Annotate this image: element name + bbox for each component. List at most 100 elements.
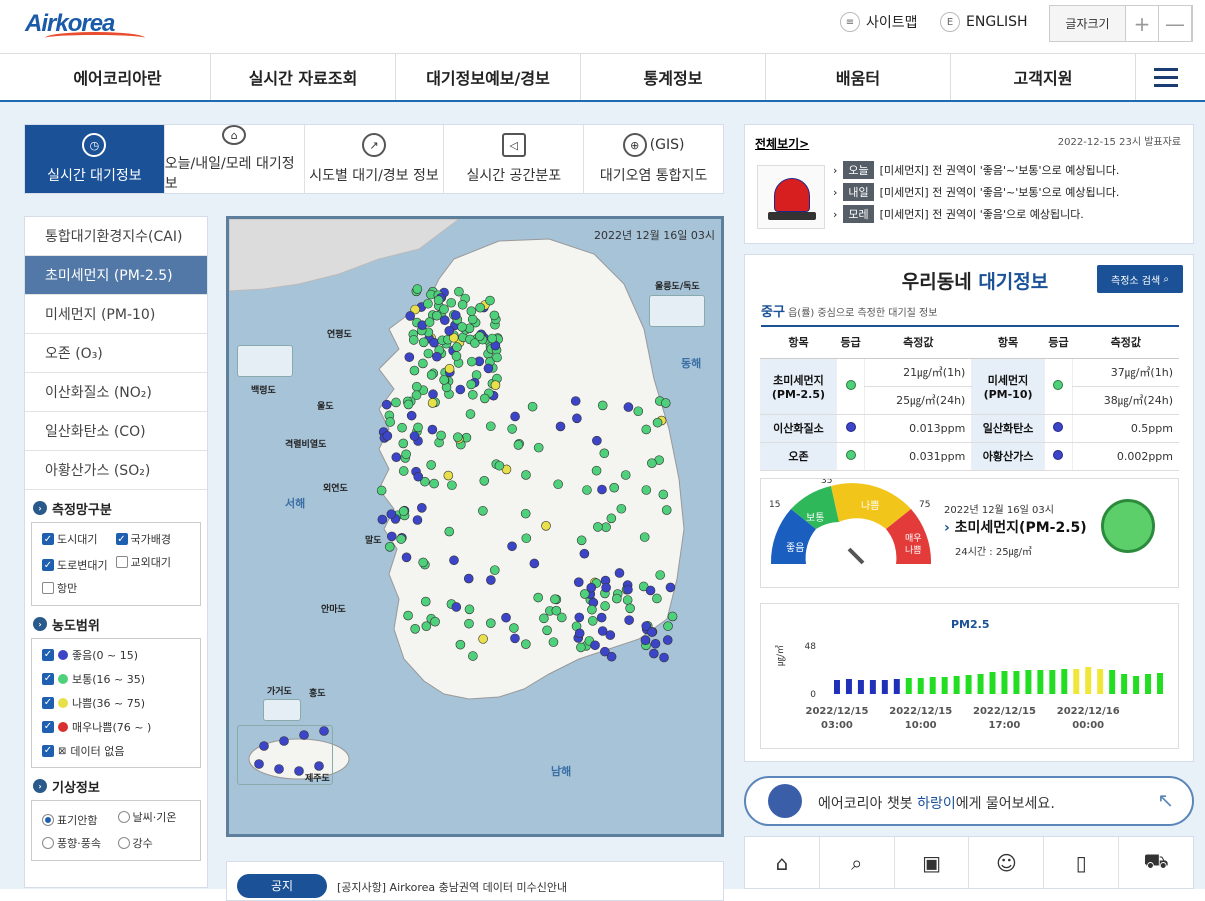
no-data-icon: ⊠ xyxy=(58,745,67,757)
range-box: ✓ 좋음(0 ~ 15) ✓ 보통(16 ~ 35) ✓ 나쁨(36 ~ 75) ✓ 매… xyxy=(31,638,201,768)
station-dot xyxy=(601,522,611,532)
check-icon: ✓ xyxy=(42,697,54,709)
radio-none[interactable]: 표기안함 xyxy=(42,812,114,828)
sitemap-link[interactable]: ≡ 사이트맵 xyxy=(840,8,918,36)
station-dot xyxy=(521,533,532,544)
radio-precip[interactable]: 강수 xyxy=(117,835,190,851)
gageo-label: 가거도 xyxy=(267,687,292,697)
station-dot xyxy=(446,297,457,308)
station-dot xyxy=(572,413,582,424)
car-icon[interactable]: ⛟ xyxy=(1118,837,1193,888)
search-doc-icon[interactable]: ⌕ xyxy=(818,837,894,888)
pollutant-o3[interactable]: 오존 (O₃) xyxy=(25,334,207,373)
home-icon[interactable]: ⌂ xyxy=(745,837,819,888)
station-dot xyxy=(489,565,500,575)
station-dot xyxy=(453,432,463,442)
china-landmass xyxy=(229,219,460,292)
grade-normal-dot xyxy=(845,379,856,390)
tab-spatial[interactable]: ◁ 실시간 공간분포 xyxy=(443,125,583,193)
nav-realtime-data[interactable]: 실시간 자료조회 xyxy=(210,54,395,100)
airkorea-logo[interactable]: Airkorea xyxy=(25,6,145,42)
korea-map[interactable]: 2022년 12월 16일 03시 울릉도/독도 동해 백령도 연평도 울도 격… xyxy=(226,216,724,837)
english-link[interactable]: E ENGLISH xyxy=(940,8,1028,36)
oeyeon-label: 외연도 xyxy=(323,484,348,494)
pollutant-co[interactable]: 일산화탄소 (CO) xyxy=(25,412,207,451)
station-dot xyxy=(641,485,652,495)
check-icon: ✓ xyxy=(42,559,54,571)
view-all-link[interactable]: 전체보기> xyxy=(755,135,809,152)
station-dot xyxy=(428,389,438,400)
pollutant-pm25[interactable]: 초미세먼지 (PM-2.5) xyxy=(25,256,207,295)
chart-bar xyxy=(1061,669,1068,694)
nav-support[interactable]: 고객지원 xyxy=(950,54,1135,100)
compass-icon: ↗ xyxy=(361,133,386,157)
pollutant-cai[interactable]: 통합대기환경지수(CAI) xyxy=(25,217,207,256)
station-search-button[interactable]: 측정소 검색 ⌕ xyxy=(1097,265,1183,293)
radio-wind[interactable]: 풍향·풍속 xyxy=(42,835,114,851)
range-good[interactable]: ✓ 좋음(0 ~ 15) xyxy=(42,647,190,663)
notice-text[interactable]: [공지사항] Airkorea 충남권역 데이터 미수신안내 xyxy=(337,879,567,895)
checkbox-harbor[interactable]: 항만 xyxy=(42,580,112,596)
station-dot xyxy=(405,311,416,321)
nav-statistics[interactable]: 통계정보 xyxy=(580,54,765,100)
checkbox-roadside[interactable]: ✓ 도로변대기 xyxy=(42,557,112,573)
station-dot xyxy=(510,411,520,422)
nav-learning[interactable]: 배움터 xyxy=(765,54,950,100)
station-dot xyxy=(424,317,435,327)
range-no-data[interactable]: ✓ ⊠ 데이터 없음 xyxy=(42,743,190,759)
people-icon[interactable]: ☺ xyxy=(968,837,1043,888)
checkbox-national[interactable]: ✓ 국가배경 xyxy=(115,531,186,547)
range-normal[interactable]: ✓ 보통(16 ~ 35) xyxy=(42,671,190,687)
siren-icon xyxy=(757,165,825,229)
font-minus-button[interactable]: — xyxy=(1159,6,1192,41)
station-dot xyxy=(468,389,478,400)
station-dot xyxy=(582,485,592,495)
tab-province[interactable]: ↗ 시도별 대기/경보 정보 xyxy=(303,125,444,193)
pollutant-pm10[interactable]: 미세먼지 (PM-10) xyxy=(25,295,207,334)
mobile-icon[interactable]: ▯ xyxy=(1043,837,1118,888)
station-dot xyxy=(376,485,387,496)
chart-xtick: 00:00 xyxy=(1072,720,1104,731)
station-dot xyxy=(423,298,433,309)
checkbox-city[interactable]: ✓ 도시대기 xyxy=(42,531,112,547)
station-dot xyxy=(663,621,673,631)
top-bar: Airkorea ≡ 사이트맵 E ENGLISH 글자크기 + — xyxy=(0,0,1205,54)
tab-gis[interactable]: ⊕ (GIS) 대기오염 통합지도 xyxy=(583,125,723,193)
range-bad[interactable]: ✓ 나쁨(36 ~ 75) xyxy=(42,695,190,711)
tab-forecast[interactable]: ⌂ 오늘/내일/모레 대기정보 xyxy=(163,125,304,193)
pollutant-so2[interactable]: 아황산가스 (SO₂) xyxy=(25,451,207,490)
monitor-icon[interactable]: ▣ xyxy=(893,837,969,888)
station-dot xyxy=(510,633,520,644)
station-dot xyxy=(586,582,597,593)
station-dot xyxy=(661,505,672,515)
station-dot xyxy=(466,379,476,390)
pollutant-no2[interactable]: 이산화질소 (NO₂) xyxy=(25,373,207,412)
chart-bar xyxy=(869,680,876,694)
station-dot xyxy=(409,365,420,376)
notice-button[interactable]: 공지 xyxy=(237,874,327,898)
range-very-bad[interactable]: ✓ 매우나쁨(76 ~ ) xyxy=(42,719,190,735)
check-icon: ✓ xyxy=(42,745,54,757)
alert-tomorrow[interactable]: › 내일 [미세먼지] 전 권역이 '좋음'~'보통'으로 예상됩니다. xyxy=(833,183,1119,201)
station-dot xyxy=(479,393,490,404)
alert-today[interactable]: › 오늘 [미세먼지] 전 권역이 '좋음'~'보통'으로 예상됩니다. xyxy=(833,161,1119,179)
station-dot xyxy=(386,531,397,542)
quick-menu: ⌂ ⌕ ▣ ☺ ▯ ⛟ xyxy=(744,836,1194,889)
station-dot xyxy=(487,333,498,344)
chart-bar xyxy=(893,679,900,694)
font-plus-button[interactable]: + xyxy=(1126,6,1159,41)
station-dot xyxy=(401,552,412,563)
chatbot-banner[interactable]: 에어코리아 챗봇 하랑이에게 물어보세요. ↖ xyxy=(744,776,1194,826)
nav-airkorea-about[interactable]: 에어코리아란 xyxy=(25,54,210,100)
checkbox-suburban[interactable]: 교외대기 xyxy=(115,554,186,570)
chart-bar xyxy=(917,678,924,694)
anma-label: 안마도 xyxy=(321,605,346,615)
station-dot xyxy=(385,417,396,427)
tab-realtime[interactable]: ◷ 실시간 대기정보 xyxy=(25,125,164,193)
hamburger-menu-icon[interactable] xyxy=(1135,54,1195,100)
alert-day-after[interactable]: › 모레 [미세먼지] 전 권역이 '좋음'으로 예상됩니다. xyxy=(833,205,1084,223)
station-dot xyxy=(605,630,616,640)
nav-forecast[interactable]: 대기정보예보/경보 xyxy=(395,54,580,100)
station-dot xyxy=(521,639,531,649)
radio-weather-temp[interactable]: 날씨·기온 xyxy=(117,809,190,825)
